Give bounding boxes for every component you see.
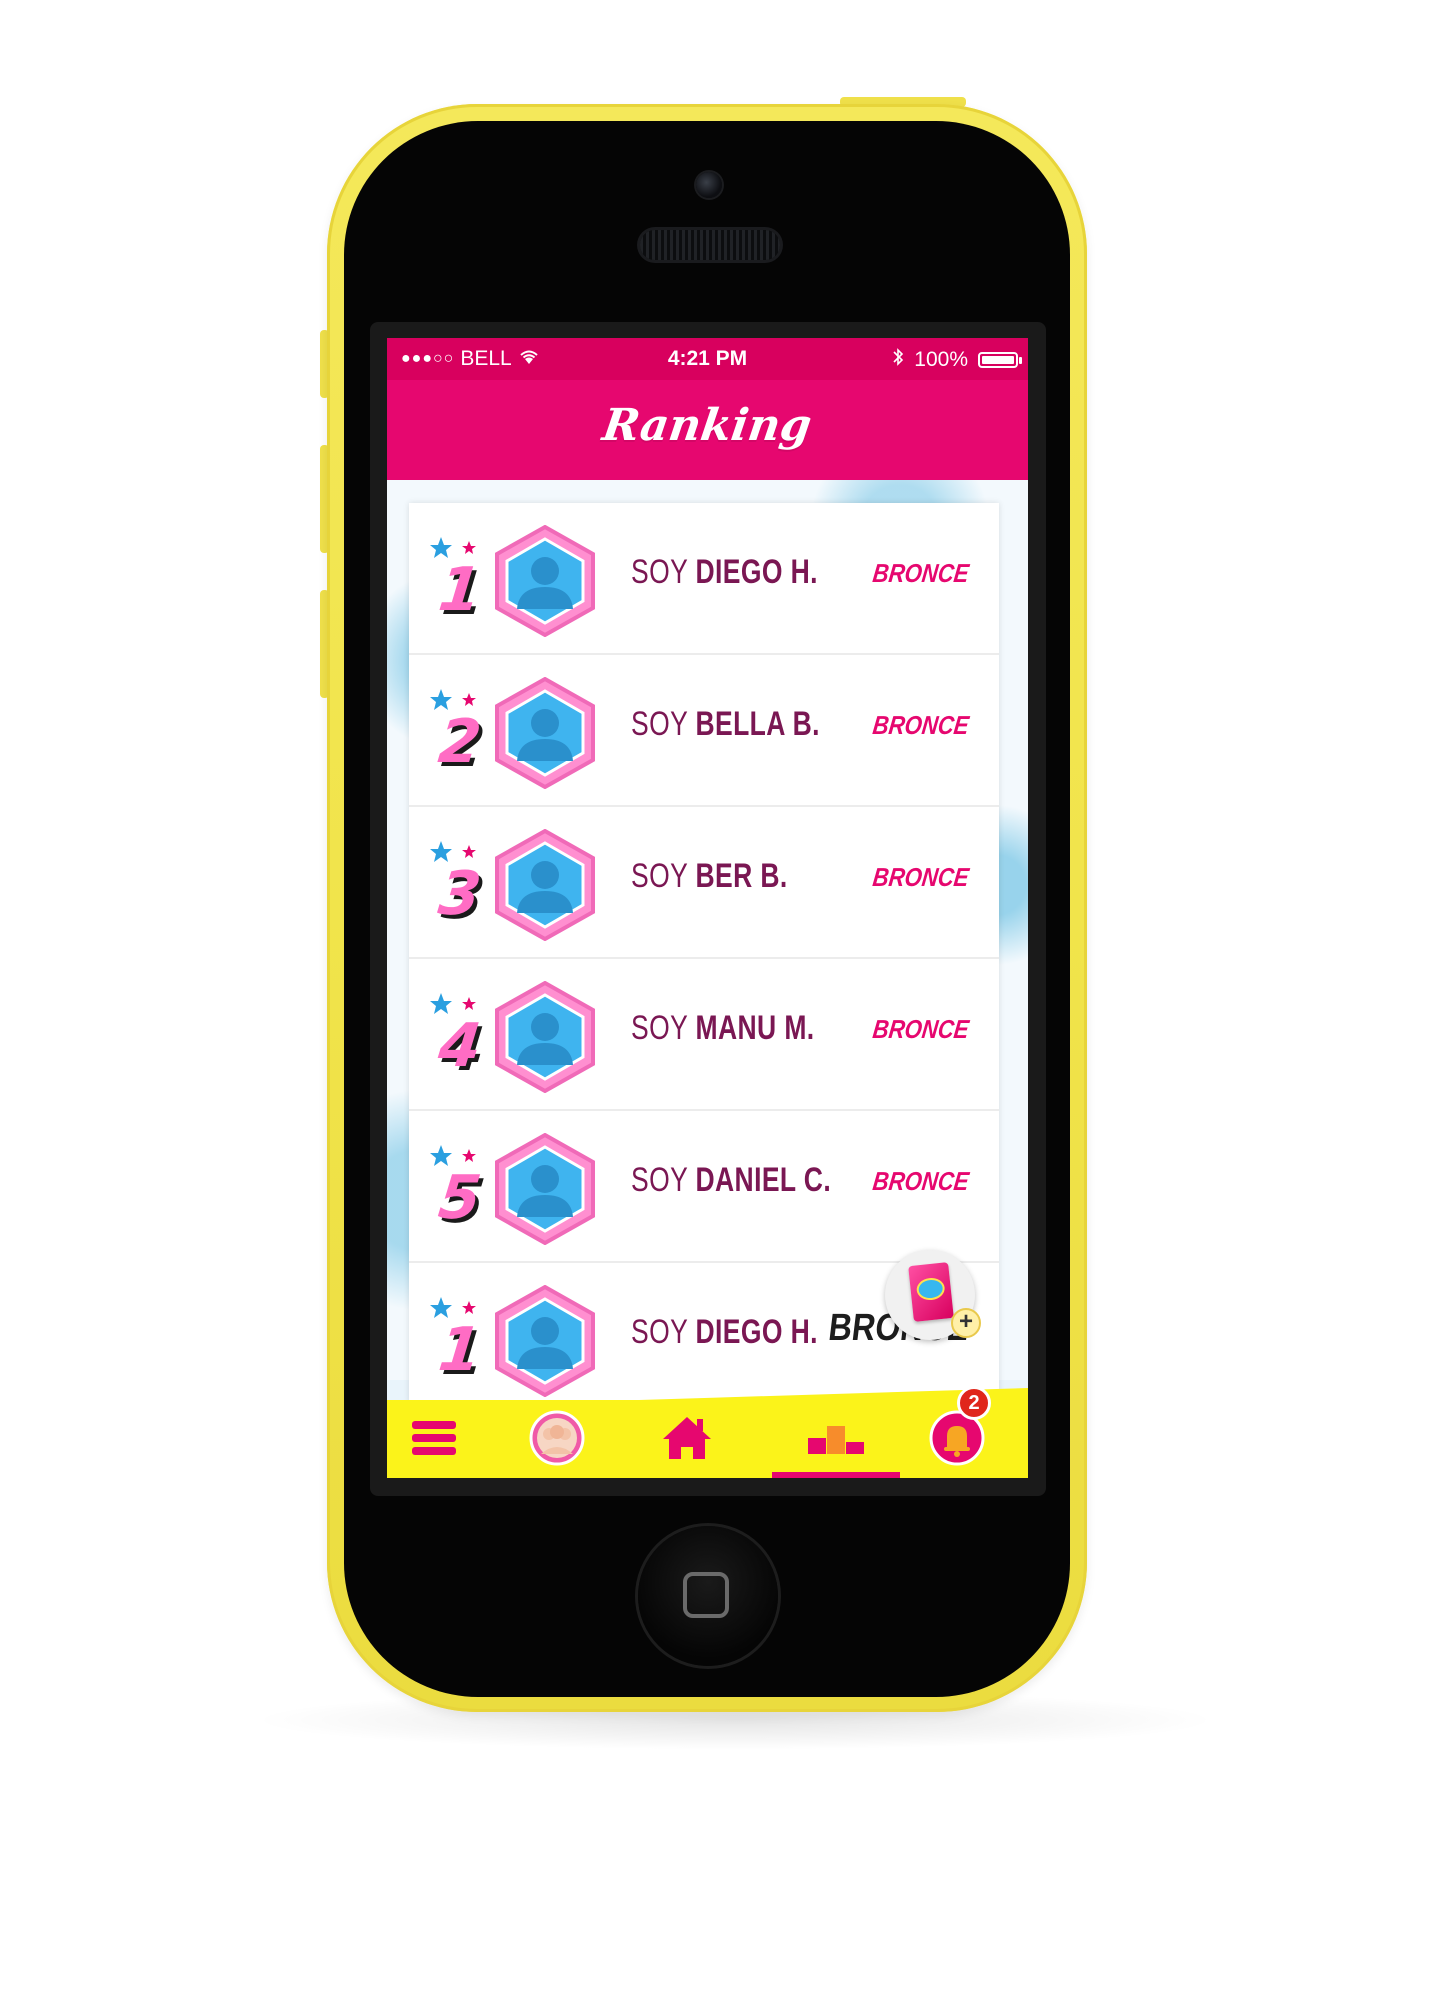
player-username: DANIEL C. bbox=[695, 1161, 832, 1199]
player-name: SOY DANIEL C. bbox=[631, 1161, 831, 1200]
bluetooth-icon bbox=[892, 347, 904, 373]
level-badge: BRONCE bbox=[871, 710, 971, 740]
home-button-icon bbox=[683, 1572, 729, 1618]
avatar-placeholder-icon bbox=[495, 981, 595, 1093]
player-name: SOY DIEGO H. bbox=[631, 1313, 818, 1352]
app-screen: ●●●○○ BELL 4:21 PM 100% Ranking 1 SOY DI… bbox=[387, 338, 1028, 1478]
tab-menu[interactable] bbox=[399, 1408, 469, 1468]
player-name: SOY BER B. bbox=[631, 857, 788, 896]
album-add-button[interactable]: + bbox=[885, 1250, 981, 1340]
avatar-placeholder-icon bbox=[495, 829, 595, 941]
active-tab-indicator bbox=[772, 1472, 900, 1478]
avatar-placeholder-icon bbox=[495, 677, 595, 789]
friends-icon bbox=[529, 1410, 585, 1466]
home-icon bbox=[663, 1417, 711, 1459]
plus-icon: + bbox=[951, 1308, 981, 1338]
tab-home[interactable] bbox=[652, 1408, 722, 1468]
battery-percent: 100% bbox=[914, 348, 968, 371]
tab-friends[interactable] bbox=[522, 1408, 592, 1468]
status-bar: ●●●○○ BELL 4:21 PM 100% bbox=[387, 338, 1028, 380]
avatar-placeholder-icon bbox=[495, 525, 595, 637]
menu-icon bbox=[412, 1421, 456, 1455]
ranking-row[interactable]: 3 SOY BER B. BRONCE bbox=[409, 807, 999, 959]
player-name: SOY DIEGO H. bbox=[631, 553, 818, 592]
player-prefix: SOY bbox=[631, 553, 688, 591]
player-username: BER B. bbox=[695, 857, 788, 895]
level-badge: BRONCE bbox=[871, 1014, 971, 1044]
player-username: DIEGO H. bbox=[695, 1313, 818, 1351]
player-username: DIEGO H. bbox=[695, 553, 818, 591]
ranking-row[interactable]: 2 SOY BELLA B. BRONCE bbox=[409, 655, 999, 807]
player-prefix: SOY bbox=[631, 1161, 688, 1199]
level-badge: BRONCE bbox=[871, 1166, 971, 1196]
player-name: SOY MANU M. bbox=[631, 1009, 815, 1048]
earpiece-speaker bbox=[640, 230, 780, 260]
player-name: SOY BELLA B. bbox=[631, 705, 820, 744]
ranking-row[interactable]: 4 SOY MANU M. BRONCE bbox=[409, 959, 999, 1111]
player-prefix: SOY bbox=[631, 1313, 688, 1351]
avatar-placeholder-icon bbox=[495, 1285, 595, 1397]
player-username: MANU M. bbox=[695, 1009, 815, 1047]
ranking-row[interactable]: 1 SOY DIEGO H. BRONCE bbox=[409, 503, 999, 655]
player-username: BELLA B. bbox=[695, 705, 820, 743]
app-header: Ranking bbox=[387, 380, 1028, 480]
ranking-row[interactable]: 5 SOY DANIEL C. BRONCE bbox=[409, 1111, 999, 1263]
page-title: Ranking bbox=[599, 400, 816, 451]
notification-badge: 2 bbox=[957, 1386, 991, 1420]
battery-icon bbox=[978, 352, 1022, 368]
player-prefix: SOY bbox=[631, 1009, 688, 1047]
tab-ranking[interactable] bbox=[801, 1408, 871, 1468]
level-badge: BRONCE bbox=[871, 558, 971, 588]
album-icon bbox=[908, 1262, 954, 1322]
avatar-placeholder-icon bbox=[495, 1133, 595, 1245]
level-badge: BRONCE bbox=[871, 862, 971, 892]
front-camera bbox=[696, 172, 722, 198]
player-prefix: SOY bbox=[631, 705, 688, 743]
podium-icon bbox=[808, 1426, 864, 1454]
player-prefix: SOY bbox=[631, 857, 688, 895]
